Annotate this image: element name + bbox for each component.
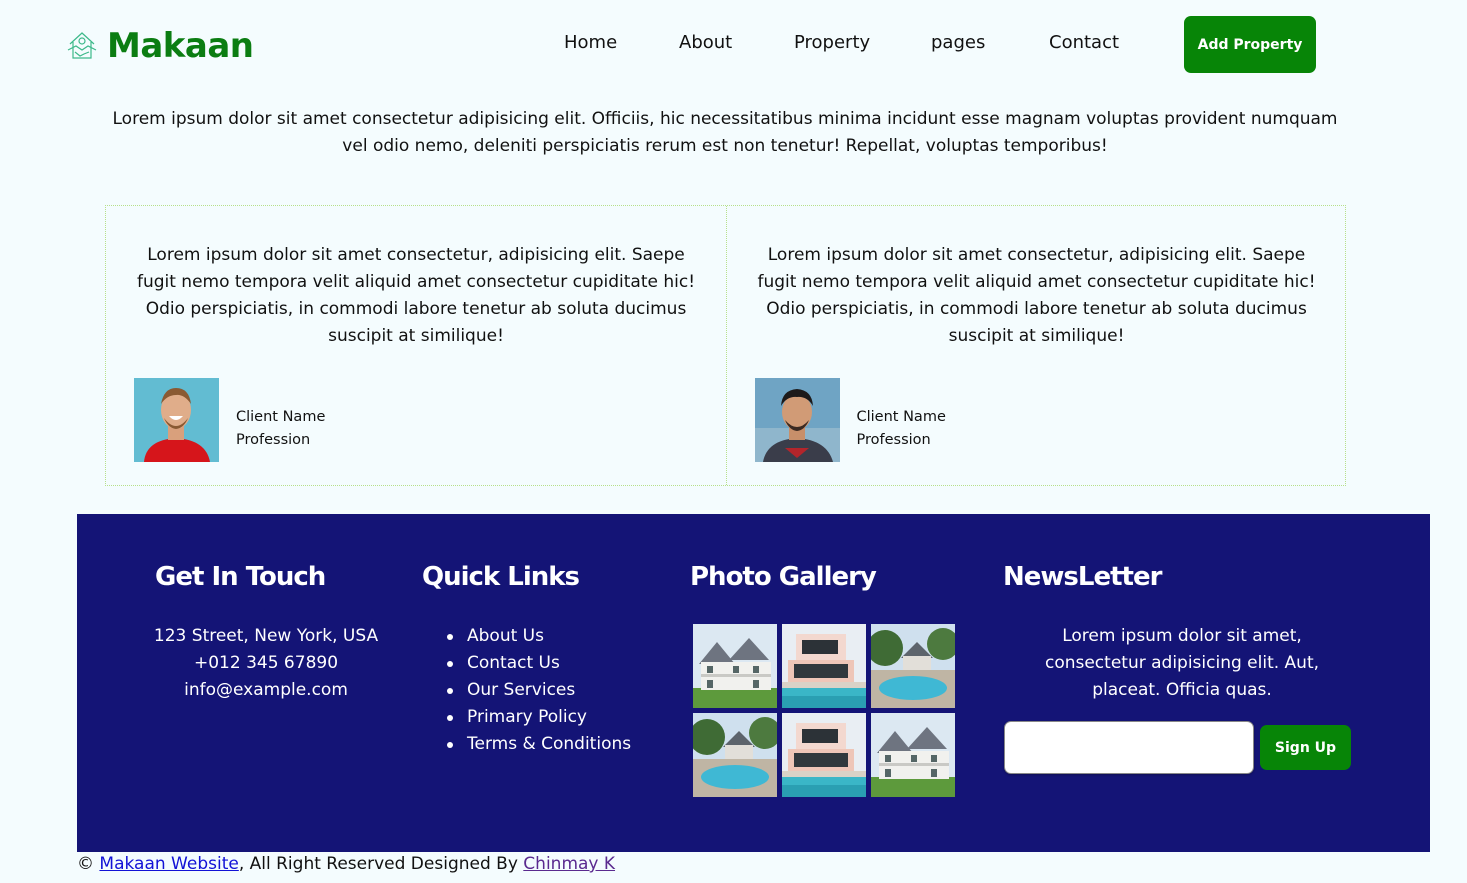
client-avatar (134, 378, 219, 462)
photo-gallery-grid (693, 624, 955, 797)
quick-link-item: Terms & Conditions (447, 731, 631, 758)
testimonial-card: Lorem ipsum dolor sit amet consectetur, … (106, 206, 726, 485)
nav-contact[interactable]: Contact (1049, 32, 1119, 53)
quick-link-our-services[interactable]: Our Services (467, 680, 575, 700)
client-info: Client Name Profession (236, 406, 325, 452)
contact-address: 123 Street, New York, USA (153, 626, 379, 646)
brand-logo[interactable]: Makaan (64, 26, 254, 66)
gallery-photo[interactable] (693, 713, 777, 797)
newsletter-text: Lorem ipsum dolor sit amet, consectetur … (1044, 626, 1320, 700)
nav-home[interactable]: Home (564, 32, 617, 53)
client-info: Client Name Profession (857, 406, 946, 452)
testimonial-quote: Lorem ipsum dolor sit amet consectetur, … (757, 245, 1316, 346)
nav-pages[interactable]: pages (931, 32, 985, 53)
client-avatar (754, 378, 840, 462)
gallery-photo[interactable] (693, 624, 777, 708)
photo-gallery-heading: Photo Gallery (690, 562, 877, 592)
newsletter-email-input[interactable] (1004, 721, 1254, 774)
quick-link-contact-us[interactable]: Contact Us (467, 653, 560, 673)
client-name: Client Name (856, 409, 946, 425)
quick-links-list: About Us Contact Us Our Services Primary… (447, 623, 631, 758)
site-footer: Get In Touch 123 Street, New York, USA +… (77, 514, 1430, 852)
author-link[interactable]: Chinmay K (523, 854, 615, 874)
quick-links-heading: Quick Links (422, 562, 580, 592)
gallery-photo[interactable] (871, 624, 955, 708)
quick-link-terms[interactable]: Terms & Conditions (467, 734, 631, 754)
nav-about[interactable]: About (679, 32, 732, 53)
contact-email: info@example.com (184, 680, 348, 700)
sign-up-button[interactable]: Sign Up (1260, 725, 1351, 770)
newsletter-heading: NewsLetter (1003, 562, 1162, 592)
gallery-photo[interactable] (782, 713, 866, 797)
client-profession: Profession (236, 432, 311, 448)
copyright-bar: © Makaan Website, All Right Reserved Des… (77, 854, 615, 874)
contact-phone: +012 345 67890 (193, 653, 339, 673)
testimonial-quote: Lorem ipsum dolor sit amet consectetur, … (136, 245, 696, 346)
quick-link-item: Primary Policy (447, 704, 631, 731)
get-in-touch-heading: Get In Touch (155, 562, 326, 592)
quick-link-primary-policy[interactable]: Primary Policy (467, 707, 587, 727)
testimonials-section: Lorem ipsum dolor sit amet consectetur, … (105, 205, 1346, 486)
quick-link-about-us[interactable]: About Us (467, 626, 544, 646)
quick-link-item: Contact Us (447, 650, 631, 677)
testimonial-card: Lorem ipsum dolor sit amet consectetur, … (725, 206, 1346, 485)
nav-property[interactable]: Property (794, 32, 870, 53)
brand-name: Makaan (107, 26, 254, 66)
add-property-button[interactable]: Add Property (1184, 16, 1316, 73)
gallery-photo[interactable] (782, 624, 866, 708)
contact-info: 123 Street, New York, USA +012 345 67890… (153, 623, 379, 704)
house-handshake-icon (67, 32, 97, 59)
gallery-photo[interactable] (871, 713, 955, 797)
intro-paragraph: Lorem ipsum dolor sit amet consectetur a… (112, 109, 1338, 156)
quick-link-item: About Us (447, 623, 631, 650)
quick-link-item: Our Services (447, 677, 631, 704)
copyright-text: , All Right Reserved Designed By (238, 854, 524, 874)
copyright-symbol: © (77, 854, 94, 874)
client-profession: Profession (856, 432, 931, 448)
site-link[interactable]: Makaan Website (99, 854, 238, 874)
client-name: Client Name (236, 409, 326, 425)
